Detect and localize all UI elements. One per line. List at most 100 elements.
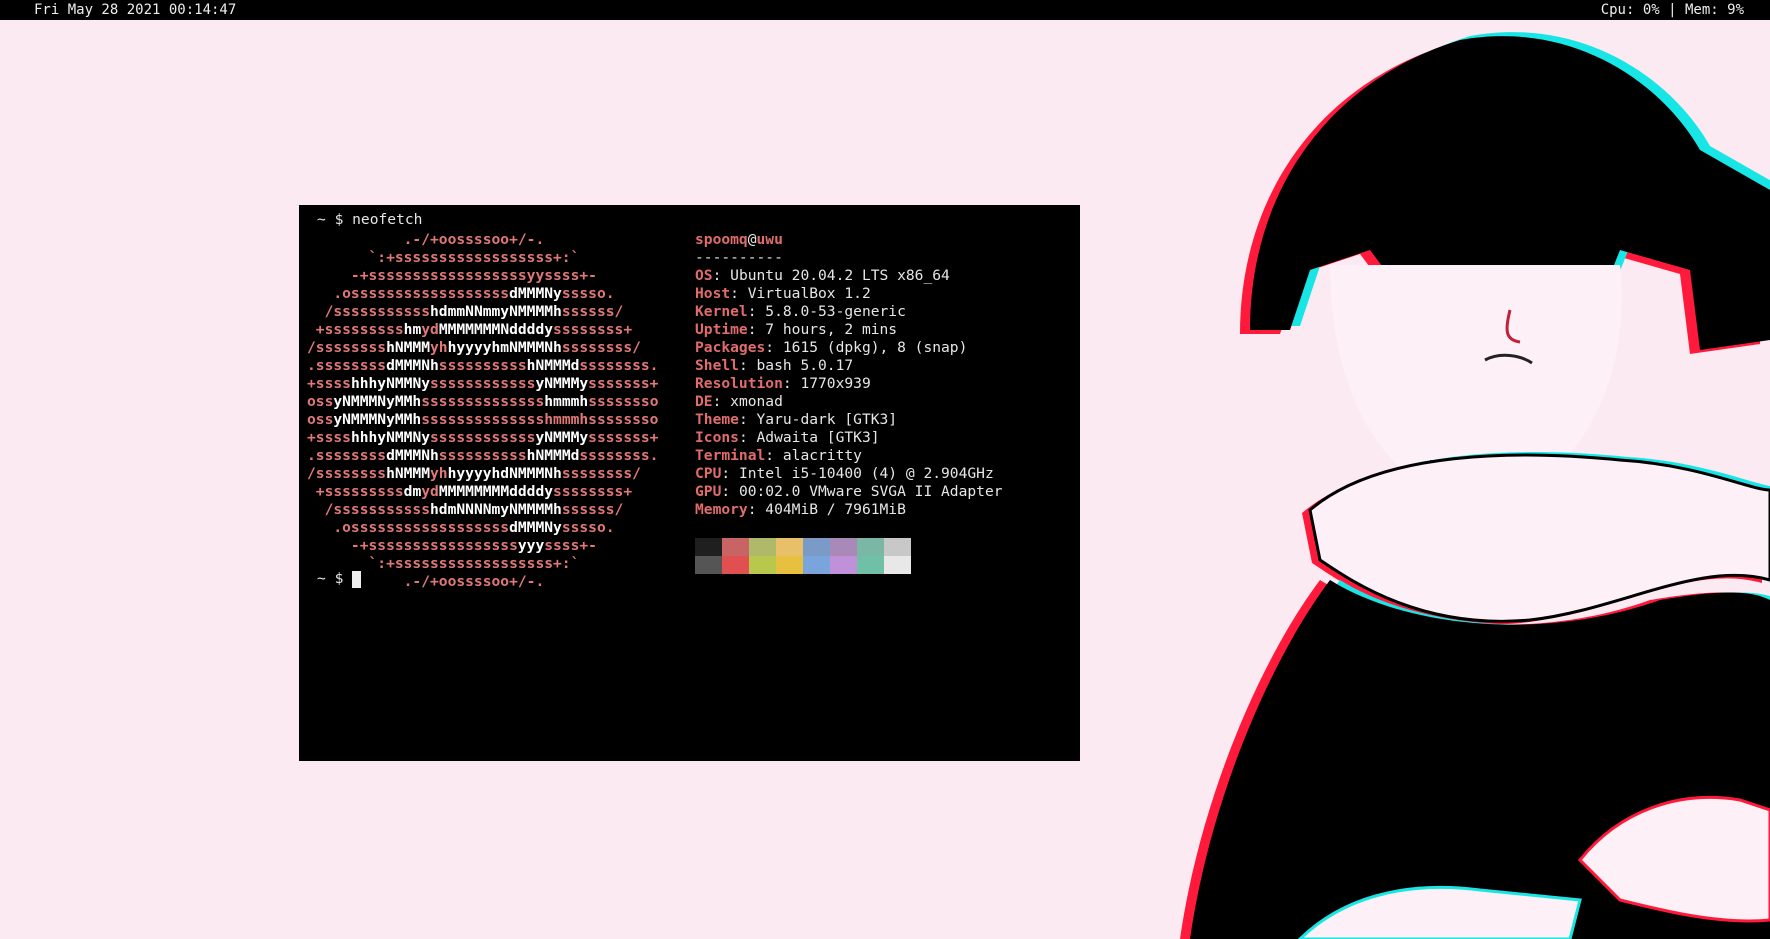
info-row: Terminal: alacritty [695,447,862,464]
info-row: Host: VirtualBox 1.2 [695,285,871,302]
ascii-segment: dm [403,483,422,500]
ascii-segment: ssssssss+ [553,321,633,338]
ascii-logo-row: -+sssssssssssssssssyyyssss+- [307,537,658,555]
color-swatch [884,538,911,556]
ascii-segment: /ssssssss [307,339,387,356]
ascii-segment: dMMMNh [386,357,439,374]
info-key: Packages [695,339,766,356]
ascii-segment: MMMMMMMNddddy [438,321,554,338]
ascii-segment: ssssss/ [561,501,624,518]
color-swatch [749,538,776,556]
ascii-segment: ssssssss+ [553,483,633,500]
ascii-segment: hhhyNMMNy [350,375,431,392]
text-cursor [352,571,362,588]
info-key: Uptime [695,321,748,338]
ascii-segment: yNMMMy [535,375,589,392]
color-swatch [830,556,857,574]
ascii-segment: .ssssssss [307,357,387,374]
ascii-segment: ssssssso [588,393,659,410]
info-key: Host [695,285,731,302]
color-swatch [803,538,830,556]
ascii-segment: /sssssssssss [307,501,431,518]
ascii-segment: ssssssssss [438,357,527,374]
ascii-logo-row: +sssshhhyNMMNyssssssssssssyNMMMysssssss+ [307,429,658,447]
separator-line: ---------- [695,249,783,266]
ascii-segment: `:+ssssssssssssssssss+:` [307,249,580,266]
info-key: Kernel [695,303,748,320]
terminal-window[interactable]: ~ $ neofetch .-/+oossssoo+/-. `:+sssssss… [299,205,1080,761]
ascii-segment: dMMMNy [509,285,562,302]
info-row: Kernel: 5.8.0-53-generic [695,303,906,320]
ascii-segment: /sssssssssss [307,303,431,320]
ascii-segment: .ossssssssssssssssss [307,519,510,536]
ascii-segment: yd [421,483,439,500]
ascii-segment: hhhyNMMNy [350,429,431,446]
neofetch-ascii-logo: .-/+oossssoo+/-. `:+ssssssssssssssssss+:… [307,231,658,591]
color-swatch [776,556,803,574]
info-key: Terminal [695,447,766,464]
username: spoomq [695,231,748,248]
info-key: OS [695,267,713,284]
ascii-segment: hdmmNNmmyNMMMMh [430,303,562,320]
ascii-segment: ssssssss. [579,357,659,374]
hostname: uwu [756,231,783,248]
info-row: Memory: 404MiB / 7961MiB [695,501,906,518]
wallpaper-artwork [1180,32,1770,939]
info-row: CPU: Intel i5-10400 (4) @ 2.904GHz [695,465,994,482]
info-row: Theme: Yaru-dark [GTK3] [695,411,898,428]
info-key: Shell [695,357,739,374]
top-status-bar: Fri May 28 2021 00:14:47 Cpu: 0% | Mem: … [0,0,1770,20]
ascii-segment: hyyyyhdNMMMNh [447,465,562,482]
color-palette [695,538,911,574]
ascii-segment: /ssssssss [307,465,387,482]
info-key: Icons [695,429,739,446]
info-key: Memory [695,501,748,518]
ascii-segment: ssssssssssssss [421,393,545,410]
ascii-segment: -+sssssssssssssssss [307,537,518,554]
ascii-segment: yh [430,339,448,356]
ascii-segment: -+ssssssssssssssssssyyssss+- [307,267,597,284]
ascii-segment: hdmNNNNmyNMMMMh [430,501,562,518]
ascii-logo-row: +sssshhhyNMMNyssssssssssssyNMMMysssssss+ [307,375,658,393]
info-value: 1615 (dpkg), 8 (snap) [782,339,968,356]
info-value: Adwaita [GTK3] [756,429,880,446]
ascii-logo-row: /ssssssssssshdmNNNNmyNMMMMhssssss/ [307,501,658,519]
info-key: Resolution [695,375,783,392]
info-row: OS: Ubuntu 20.04.2 LTS x86_64 [695,267,950,284]
ascii-segment: oss [307,393,334,410]
color-swatch [722,538,749,556]
datetime-label: Fri May 28 2021 00:14:47 [34,2,237,18]
info-value: 1770x939 [800,375,871,392]
info-row: GPU: 00:02.0 VMware SVGA II Adapter [695,483,1003,500]
ascii-segment: sssssssssssssshmmmhssssssso [421,411,659,428]
active-prompt-line[interactable]: ~ $ [317,570,362,588]
ascii-segment: +ssss [307,429,351,446]
ascii-segment: .-/+oossssoo+/-. [307,231,545,248]
color-swatch [776,538,803,556]
ascii-segment: +sssssssss [307,321,404,338]
ascii-segment: +ssss [307,375,351,392]
ascii-segment: hNMMMd [526,447,580,464]
ascii-logo-row: .ossssssssssssssssssdMMMNysssso. [307,285,658,303]
ascii-segment: dMMMNy [509,519,562,536]
ascii-segment: .ssssssss [307,447,387,464]
command-prompt-line: ~ $ neofetch [317,211,423,228]
info-value: xmonad [730,393,783,410]
color-swatch [695,538,722,556]
ascii-segment: yNMMMy [535,429,589,446]
ascii-segment: sssso. [561,519,615,536]
ascii-segment: ssssss/ [561,303,624,320]
ascii-segment: ssssssss. [579,447,659,464]
ascii-logo-row: `:+ssssssssssssssssss+:` [307,249,658,267]
ascii-logo-row: ossyNMMMNyMMhsssssssssssssshmmmhssssssso [307,393,658,411]
ascii-segment: yNMMMNyMMh [333,411,422,428]
info-value: Ubuntu 20.04.2 LTS x86_64 [730,267,950,284]
ascii-segment: yd [421,321,439,338]
ascii-logo-row: /sssssssshNMMMyhhyyyyhdNMMMNhssssssss/ [307,465,658,483]
prompt-text: ~ $ [317,570,353,587]
ascii-logo-row: .ssssssssdMMMNhsssssssssshNMMMdssssssss. [307,447,658,465]
ascii-segment: MMMMMMMMddddy [438,483,554,500]
ascii-segment: ssssssssssss [430,429,536,446]
info-key: GPU [695,483,722,500]
ascii-logo-row: .ossssssssssssssssssdMMMNysssso. [307,519,658,537]
